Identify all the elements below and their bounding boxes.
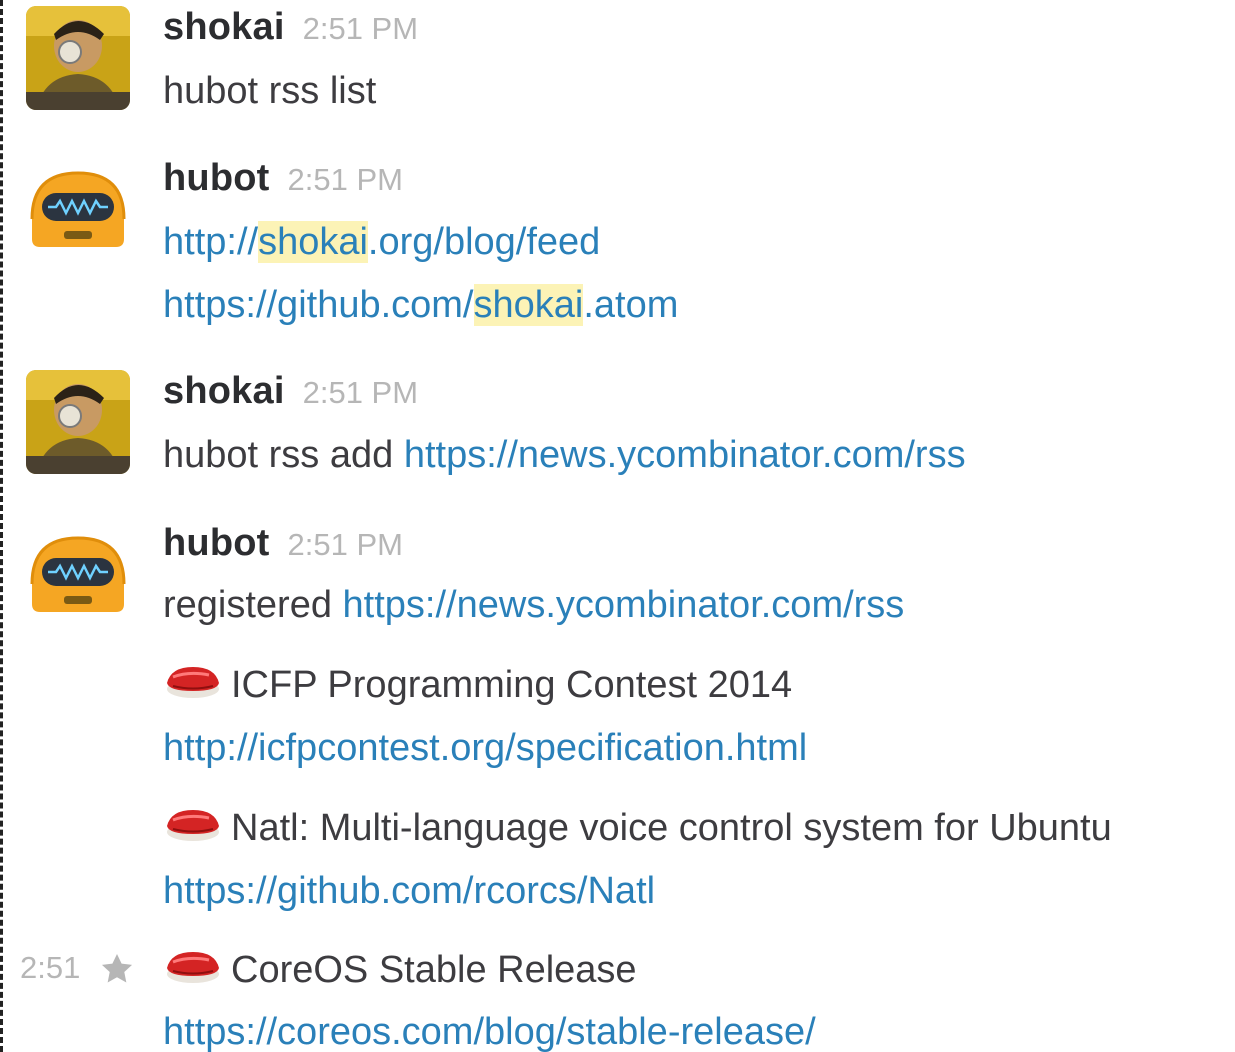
- message-header: hubot 2:51 PM: [163, 157, 403, 200]
- author-name[interactable]: shokai: [163, 370, 285, 412]
- entry-url[interactable]: https://github.com/rcorcs/Natl: [163, 870, 655, 912]
- hover-timestamp[interactable]: 2:51: [20, 950, 80, 986]
- feed-entry-title: Natl: Multi-language voice control syste…: [163, 803, 1112, 853]
- author-name[interactable]: hubot: [163, 522, 270, 564]
- link-suffix[interactable]: .atom: [583, 284, 678, 326]
- sushi-icon: [167, 810, 219, 841]
- entry-url[interactable]: http://icfpcontest.org/specification.htm…: [163, 727, 807, 769]
- message-text: hubot rss list: [163, 70, 377, 112]
- feed-entry-link[interactable]: https://coreos.com/blog/stable-release/: [163, 1007, 816, 1052]
- command-text: hubot rss add: [163, 434, 394, 476]
- entry-url[interactable]: https://coreos.com/blog/stable-release/: [163, 1011, 816, 1052]
- message-timestamp[interactable]: 2:51 PM: [303, 375, 418, 410]
- entry-title-text: CoreOS Stable Release: [231, 949, 637, 991]
- registered-text: registered: [163, 584, 332, 626]
- feed-link-2[interactable]: https://github.com/shokai.atom: [163, 280, 678, 330]
- entry-title-text: ICFP Programming Contest 2014: [231, 664, 793, 706]
- search-highlight[interactable]: shokai: [258, 221, 368, 263]
- search-highlight[interactable]: shokai: [473, 284, 584, 326]
- message-timestamp[interactable]: 2:51 PM: [288, 527, 403, 562]
- author-name[interactable]: shokai: [163, 6, 285, 48]
- feed-entry-title: ICFP Programming Contest 2014: [163, 660, 792, 710]
- message-header: shokai 2:51 PM: [163, 6, 418, 49]
- feed-entry-link[interactable]: http://icfpcontest.org/specification.htm…: [163, 723, 807, 773]
- author-name[interactable]: hubot: [163, 157, 270, 199]
- rss-link[interactable]: https://news.ycombinator.com/rss: [343, 584, 905, 626]
- star-icon[interactable]: [98, 950, 136, 988]
- entry-title-text: Natl: Multi-language voice control syste…: [231, 807, 1112, 849]
- message-header: shokai 2:51 PM: [163, 370, 418, 413]
- user-avatar-icon[interactable]: [26, 370, 130, 474]
- user-avatar-icon[interactable]: [26, 6, 130, 110]
- robot-avatar-icon[interactable]: [26, 524, 130, 628]
- link-suffix[interactable]: .org/blog/feed: [368, 221, 600, 263]
- link-prefix[interactable]: http://: [163, 221, 258, 263]
- message-text: hubot rss add https://news.ycombinator.c…: [163, 430, 966, 480]
- feed-entry-title: CoreOS Stable Release: [163, 945, 637, 995]
- link-prefix[interactable]: https://github.com/: [163, 284, 474, 326]
- message-timestamp[interactable]: 2:51 PM: [303, 11, 418, 46]
- message-timestamp[interactable]: 2:51 PM: [288, 162, 403, 197]
- robot-avatar-icon[interactable]: [26, 159, 130, 263]
- feed-link-1[interactable]: http://shokai.org/blog/feed: [163, 217, 600, 267]
- feed-entry-link[interactable]: https://github.com/rcorcs/Natl: [163, 866, 655, 916]
- sushi-icon: [167, 667, 219, 698]
- sushi-icon: [167, 952, 219, 983]
- message-header: hubot 2:51 PM: [163, 522, 403, 565]
- rss-link[interactable]: https://news.ycombinator.com/rss: [404, 434, 966, 476]
- message-list: shokai 2:51 PM hubot rss list hubot 2:51 P…: [0, 0, 1205, 1052]
- message-text: registered https://news.ycombinator.com/…: [163, 580, 904, 630]
